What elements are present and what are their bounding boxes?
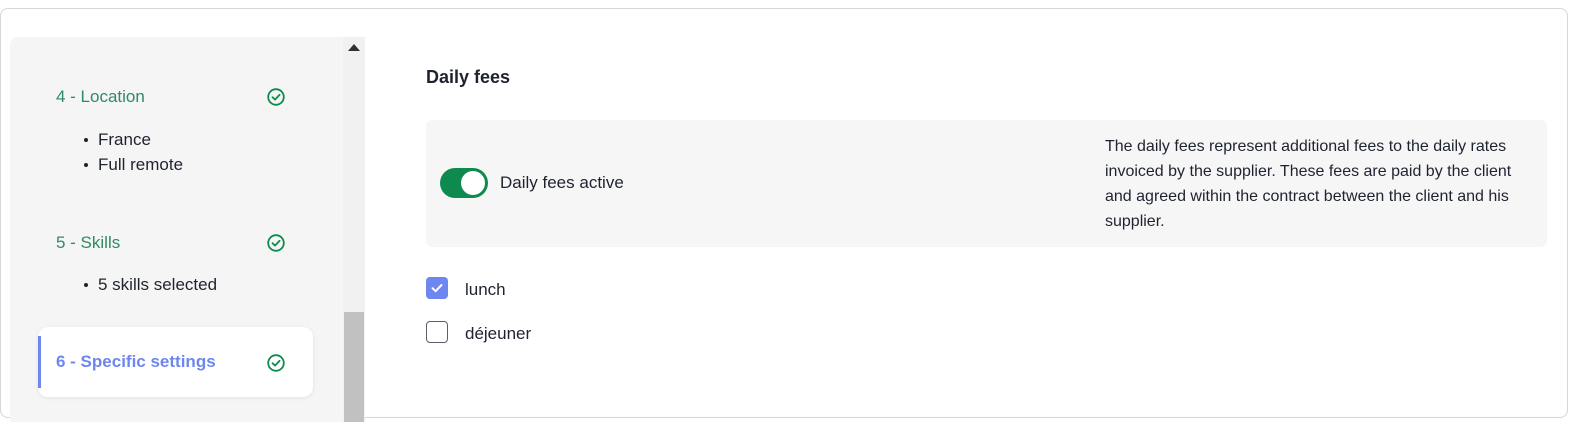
lunch-checkbox[interactable] [426,277,448,299]
check-circle-icon [267,88,285,106]
step-location-title[interactable]: 4 - Location [56,87,145,107]
check-circle-icon [267,354,285,372]
active-indicator [38,336,41,388]
sidebar-scrollbar[interactable] [343,37,365,422]
scroll-up-arrow-icon[interactable] [348,44,360,51]
toggle-label: Daily fees active [500,173,624,192]
dejeuner-checkbox[interactable] [426,321,448,343]
daily-fees-panel: Daily fees active The daily fees represe… [426,120,1547,247]
dejeuner-label[interactable]: déjeuner [465,324,531,344]
checkmark-icon [431,284,443,293]
toggle-knob [461,171,485,195]
check-circle-icon [267,234,285,252]
step-skills-title[interactable]: 5 - Skills [56,233,120,253]
skills-list: 5 skills selected [84,272,217,297]
step-specific-settings-title: 6 - Specific settings [56,352,216,371]
list-item: 5 skills selected [84,272,217,297]
page-title: Daily fees [426,67,511,87]
list-item: France [84,127,183,152]
lunch-label[interactable]: lunch [465,280,506,300]
location-list: France Full remote [84,127,183,177]
daily-fees-toggle[interactable] [440,168,488,198]
scroll-thumb[interactable] [344,312,364,422]
list-item: Full remote [84,152,183,177]
daily-fees-description: The daily fees represent additional fees… [1105,138,1512,230]
